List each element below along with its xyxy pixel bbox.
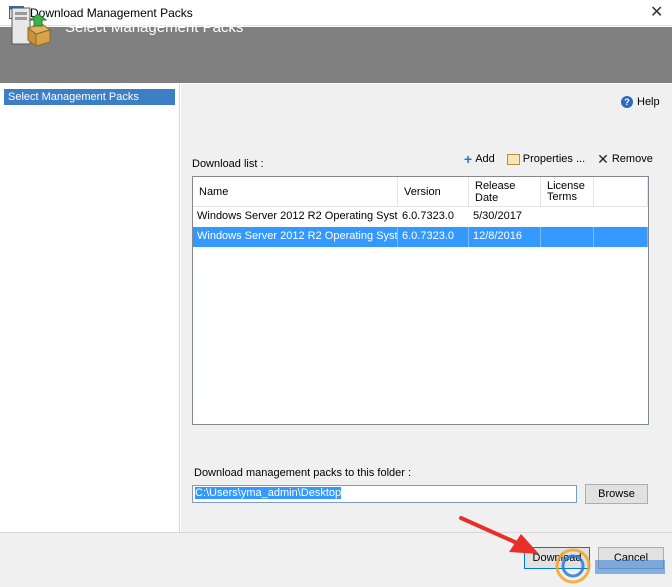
download-list[interactable]: Name Version Release Date License Terms … [192, 176, 649, 425]
table-row[interactable]: Windows Server 2012 R2 Operating System … [193, 207, 648, 227]
watermark-logo [555, 548, 665, 584]
nav-item-select-management-packs[interactable]: Select Management Packs [4, 89, 175, 105]
help-icon: ? [621, 96, 633, 108]
cell-release-date: 12/8/2016 [469, 227, 541, 247]
folder-label: Download management packs to this folder… [194, 467, 412, 479]
column-header-name[interactable]: Name [193, 177, 398, 207]
browse-button[interactable]: Browse [585, 484, 648, 504]
folder-path-input[interactable]: C:\Users\yma_admin\Desktop [192, 485, 577, 503]
cell-name: Windows Server 2012 R2 Operating System … [193, 227, 398, 247]
download-list-label: Download list : [192, 158, 264, 170]
add-button[interactable]: + Add [464, 150, 495, 167]
remove-label: Remove [611, 153, 653, 165]
page-title: Select Management Packs [65, 19, 244, 36]
properties-button[interactable]: Properties ... [506, 153, 586, 165]
cell-empty [594, 227, 648, 247]
column-header-release-date[interactable]: Release Date [469, 177, 541, 207]
cell-license [541, 207, 594, 227]
window-title: Download Management Packs [30, 6, 193, 20]
column-header-empty [594, 177, 648, 207]
cell-version: 6.0.7323.0 [402, 210, 454, 222]
add-label: Add [475, 153, 495, 165]
remove-icon: ✕ [597, 150, 609, 167]
list-toolbar: + Add Properties ... ✕ Remove [464, 150, 653, 167]
management-pack-icon [11, 7, 52, 47]
cell-license [541, 227, 594, 247]
annotation-arrow-icon [459, 516, 539, 554]
add-icon: + [464, 150, 473, 167]
cell-release-date: 5/30/2017 [473, 210, 522, 222]
column-header-version[interactable]: Version [398, 177, 469, 207]
cell-version: 6.0.7323.0 [398, 227, 469, 247]
close-icon[interactable]: ✕ [650, 2, 663, 22]
help-link[interactable]: ? Help [621, 96, 660, 108]
column-header-license-terms[interactable]: License Terms [541, 177, 594, 207]
table-row-selected[interactable]: Windows Server 2012 R2 Operating System … [193, 227, 648, 247]
help-label: Help [637, 96, 660, 108]
cell-name: Windows Server 2012 R2 Operating System … [197, 210, 398, 222]
remove-button[interactable]: ✕ Remove [597, 150, 653, 167]
properties-icon [506, 153, 520, 165]
properties-label: Properties ... [522, 153, 586, 165]
left-navigation-pane [0, 84, 180, 532]
folder-path-value: C:\Users\yma_admin\Desktop [195, 487, 342, 499]
